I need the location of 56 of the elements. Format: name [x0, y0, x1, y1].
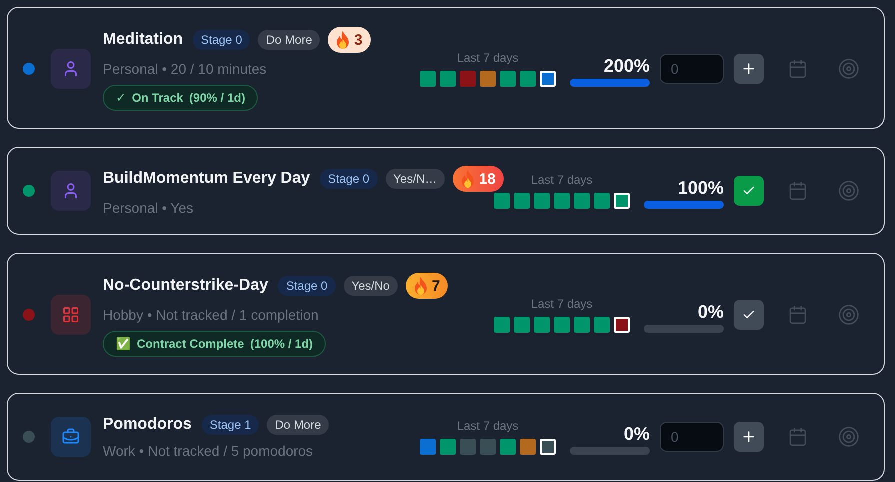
progress-percent: 0% [698, 302, 724, 322]
person-icon [62, 182, 80, 200]
habit-name: Meditation [103, 31, 183, 49]
complete-button[interactable] [734, 300, 764, 330]
plus-icon [741, 61, 757, 77]
stage-tag: Stage 0 [320, 169, 378, 189]
amount-field[interactable]: 0 [660, 54, 724, 84]
amount-field[interactable]: 0 [660, 422, 724, 452]
person-icon [62, 60, 80, 78]
history-label: Last 7 days [531, 297, 593, 311]
calendar-icon[interactable] [788, 427, 808, 447]
stage-tag: Stage 0 [278, 276, 336, 296]
target-icon[interactable] [838, 426, 860, 448]
status-label: On Track [132, 91, 184, 105]
streak-count: 3 [354, 32, 363, 48]
briefcase-icon [62, 428, 80, 446]
streak-count: 18 [479, 170, 496, 188]
type-tag: Yes/No [344, 276, 398, 296]
history-label: Last 7 days [457, 419, 519, 433]
status-detail: (100% / 1d) [250, 337, 314, 351]
history-label: Last 7 days [457, 51, 519, 65]
status-icon: ✅ [116, 337, 131, 351]
status-icon: ✓ [116, 91, 126, 105]
type-tag: Do More [258, 30, 320, 50]
stage-tag: Stage 1 [202, 415, 260, 435]
calendar-icon[interactable] [788, 59, 808, 79]
progress-percent: 100% [678, 178, 724, 198]
progress-percent: 0% [624, 424, 650, 444]
type-tag: Do More [267, 415, 330, 435]
calendar-icon[interactable] [788, 305, 808, 325]
flame-icon [414, 277, 428, 295]
history-label: Last 7 days [531, 173, 593, 187]
complete-button[interactable] [734, 176, 764, 206]
habit-details: Personal • Yes [103, 200, 195, 216]
habit-name: No-Counterstrike-Day [103, 277, 268, 295]
streak-count: 7 [432, 278, 440, 294]
habit-details: Work • Not tracked / 5 pomodoros [103, 443, 314, 459]
target-icon[interactable] [838, 58, 860, 80]
flame-icon [336, 31, 350, 49]
target-icon[interactable] [838, 180, 860, 202]
progress-percent: 200% [604, 56, 650, 76]
flame-icon [461, 170, 476, 188]
add-button[interactable] [734, 422, 764, 452]
plus-icon [741, 429, 757, 445]
habit-name: Pomodoros [103, 416, 192, 434]
habit-name: BuildMomentum Every Day [103, 170, 310, 188]
status-label: Contract Complete [137, 337, 244, 351]
add-button[interactable] [734, 54, 764, 84]
grid-icon [62, 306, 80, 324]
calendar-icon[interactable] [788, 181, 808, 201]
target-icon[interactable] [838, 304, 860, 326]
habit-details: Hobby • Not tracked / 1 completion [103, 307, 320, 323]
stage-tag: Stage 0 [193, 30, 250, 50]
habit-details: Personal • 20 / 10 minutes [103, 61, 268, 77]
status-detail: (90% / 1d) [189, 91, 246, 105]
type-tag: Yes/N… [386, 169, 446, 189]
